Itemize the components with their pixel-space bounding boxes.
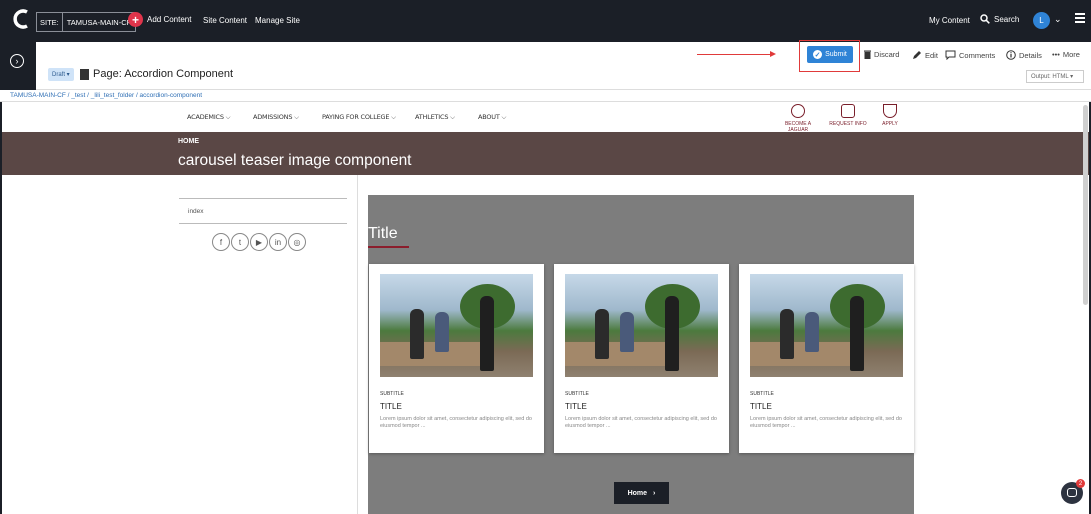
- my-content-link[interactable]: My Content: [929, 16, 970, 25]
- card-body: Lorem ipsum dolor sit amet, consectetur …: [750, 416, 902, 429]
- discard-button[interactable]: Discard: [864, 50, 899, 59]
- details-button[interactable]: Details: [1006, 50, 1042, 60]
- comments-button[interactable]: Comments: [945, 50, 995, 60]
- site-selector[interactable]: SITE: TAMUSA-MAIN-CF: [36, 12, 137, 32]
- site-nav: ACADEMICS ⌵ ADMISSIONS ⌵ PAYING FOR COLL…: [2, 102, 1089, 133]
- add-content-button[interactable]: + Add Content: [128, 12, 191, 27]
- submit-button[interactable]: ✓ Submit: [807, 46, 853, 63]
- check-icon: ✓: [813, 50, 823, 59]
- app-logo-icon[interactable]: [12, 8, 32, 30]
- edit-button[interactable]: Edit: [912, 50, 938, 60]
- more-label: More: [1062, 50, 1080, 59]
- become-a-jaguar-link[interactable]: BECOME A JAGUAR: [778, 104, 818, 133]
- nav-paying-for-college[interactable]: PAYING FOR COLLEGE ⌵: [322, 113, 396, 122]
- plus-icon: +: [128, 12, 143, 27]
- chevron-down-icon[interactable]: ⌄: [1054, 14, 1062, 25]
- nav-athletics[interactable]: ATHLETICS ⌵: [415, 113, 455, 122]
- title-underline: [368, 246, 409, 248]
- page-title: Page: Accordion Component: [93, 68, 234, 80]
- comment-icon: [945, 50, 956, 60]
- home-button-label: Home: [627, 489, 648, 497]
- nav-about[interactable]: ABOUT ⌵: [478, 113, 506, 122]
- chevron-right-icon: ›: [653, 489, 656, 497]
- nav-academics[interactable]: ACADEMICS ⌵: [187, 113, 231, 122]
- graduation-cap-icon: [883, 104, 897, 118]
- more-button[interactable]: ••• More: [1052, 50, 1080, 59]
- breadcrumb[interactable]: TAMUSA-MAIN-CF / _test / _lili_test_fold…: [0, 90, 1091, 102]
- left-column: index f t ▶ in ◎: [2, 175, 358, 514]
- divider: [179, 223, 347, 224]
- teaser-card[interactable]: SUBTITLE TITLE Lorem ipsum dolor sit ame…: [369, 264, 544, 453]
- page-icon: [80, 69, 89, 80]
- manage-site-link[interactable]: Manage Site: [255, 16, 300, 25]
- teaser-card[interactable]: SUBTITLE TITLE Lorem ipsum dolor sit ame…: [554, 264, 729, 453]
- student-photo: [380, 274, 533, 377]
- carousel: Title SUBTITLE TITLE Lorem ipsum dolor s…: [368, 195, 914, 514]
- hero-title: carousel teaser image component: [178, 152, 412, 169]
- card-subtitle: SUBTITLE: [565, 391, 589, 397]
- sidebar-toggle[interactable]: ›: [0, 42, 36, 90]
- edit-label: Edit: [925, 50, 938, 60]
- youtube-icon[interactable]: ▶: [250, 233, 268, 251]
- info-icon: [1006, 50, 1016, 60]
- carousel-title: Title: [368, 225, 398, 242]
- jaguar-icon: [791, 104, 805, 118]
- chevron-right-icon: ›: [10, 54, 24, 68]
- hamburger-menu-icon[interactable]: [1075, 13, 1085, 23]
- books-icon: [841, 104, 855, 118]
- search-label: Search: [994, 14, 1020, 24]
- site-selector-value: TAMUSA-MAIN-CF: [66, 17, 132, 27]
- instagram-icon[interactable]: ◎: [288, 233, 306, 251]
- apply-label: APPLY: [882, 121, 898, 127]
- chat-widget-button[interactable]: 2: [1061, 479, 1085, 504]
- home-button[interactable]: Home ›: [614, 482, 669, 504]
- page-preview: ACADEMICS ⌵ ADMISSIONS ⌵ PAYING FOR COLL…: [0, 102, 1091, 514]
- search-button[interactable]: Search: [980, 14, 1019, 24]
- scrollbar[interactable]: [1083, 105, 1088, 305]
- chat-bubble-icon: [1067, 488, 1077, 497]
- twitter-icon[interactable]: t: [231, 233, 249, 251]
- hero-home-link[interactable]: HOME: [178, 138, 199, 145]
- site-selector-label: SITE:: [37, 13, 63, 31]
- request-info-link[interactable]: REQUEST INFO: [828, 104, 868, 127]
- linkedin-icon[interactable]: in: [269, 233, 287, 251]
- annotation-arrow-head: [770, 51, 776, 57]
- site-content-link[interactable]: Site Content: [203, 16, 247, 25]
- card-body: Lorem ipsum dolor sit amet, consectetur …: [380, 416, 532, 429]
- notification-badge: 2: [1076, 479, 1085, 488]
- apply-link[interactable]: APPLY: [870, 104, 910, 127]
- hero-banner: HOME carousel teaser image component: [2, 132, 1089, 175]
- index-link[interactable]: index: [188, 208, 204, 215]
- card-body: Lorem ipsum dolor sit amet, consectetur …: [565, 416, 717, 429]
- student-photo: [565, 274, 718, 377]
- teaser-card[interactable]: SUBTITLE TITLE Lorem ipsum dolor sit ame…: [739, 264, 914, 453]
- card-title: TITLE: [565, 402, 587, 411]
- search-icon: [980, 14, 990, 24]
- submit-label: Submit: [825, 51, 847, 58]
- card-subtitle: SUBTITLE: [380, 391, 404, 397]
- output-select[interactable]: Output: HTML ▾: [1026, 70, 1084, 83]
- comments-label: Comments: [959, 50, 996, 60]
- draft-dropdown[interactable]: Draft ▾: [48, 68, 74, 81]
- trash-icon: [864, 50, 871, 59]
- nav-admissions[interactable]: ADMISSIONS ⌵: [253, 113, 299, 122]
- annotation-arrow: [697, 54, 772, 55]
- pencil-icon: [913, 51, 921, 59]
- student-photo: [750, 274, 903, 377]
- card-title: TITLE: [380, 402, 402, 411]
- user-avatar[interactable]: L: [1033, 12, 1050, 29]
- details-label: Details: [1019, 50, 1042, 60]
- social-links: f t ▶ in ◎: [212, 233, 306, 251]
- top-bar: SITE: TAMUSA-MAIN-CF + Add Content Site …: [0, 0, 1091, 42]
- divider: [179, 198, 347, 199]
- card-title: TITLE: [750, 402, 772, 411]
- facebook-icon[interactable]: f: [212, 233, 230, 251]
- add-content-label: Add Content: [147, 15, 192, 24]
- request-info-label: REQUEST INFO: [829, 121, 867, 127]
- ellipsis-icon: •••: [1052, 50, 1060, 59]
- discard-label: Discard: [874, 50, 900, 59]
- card-subtitle: SUBTITLE: [750, 391, 774, 397]
